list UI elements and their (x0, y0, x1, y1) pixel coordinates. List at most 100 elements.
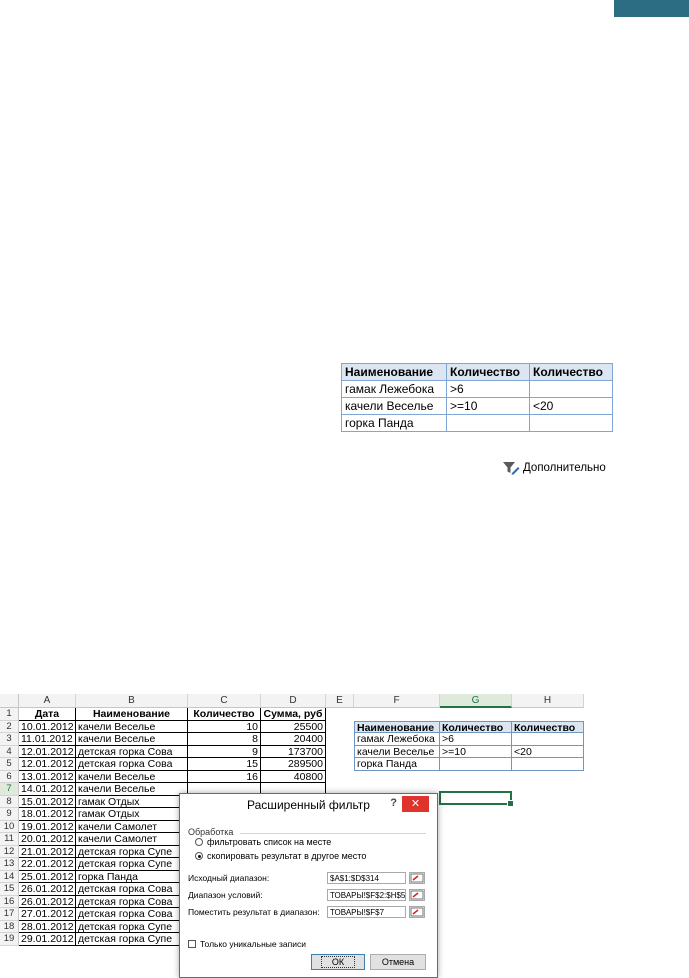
radio-circle[interactable] (195, 838, 203, 846)
table-header-cell[interactable]: Дата (19, 708, 76, 721)
table-header-cell[interactable]: Количество (188, 708, 261, 721)
row-header[interactable]: 3 (0, 733, 19, 746)
row-header[interactable]: 6 (0, 770, 19, 783)
table-cell[interactable]: 12.01.2012 (19, 758, 76, 771)
row-header[interactable]: 9 (0, 808, 19, 821)
criteria-cell[interactable] (440, 758, 512, 771)
criteria-cell[interactable]: >=10 (440, 745, 512, 758)
column-header-b[interactable]: B (76, 694, 188, 708)
table-cell[interactable]: детская горка Сова (76, 745, 188, 758)
unique-records-checkbox[interactable]: Только уникальные записи (188, 939, 306, 949)
table-cell[interactable]: горка Панда (76, 870, 188, 883)
column-header-a[interactable]: A (19, 694, 76, 708)
table-cell[interactable]: 29.01.2012 (19, 933, 76, 946)
table-cell[interactable]: 15.01.2012 (19, 795, 76, 808)
row-header[interactable]: 16 (0, 895, 19, 908)
table-cell[interactable]: 26.01.2012 (19, 883, 76, 896)
output-range-picker-button[interactable] (409, 906, 425, 918)
table-cell[interactable]: 28.01.2012 (19, 920, 76, 933)
criteria-range-input[interactable]: ТОВАРЫ!$F$2:$H$5 (327, 889, 406, 901)
table-cell[interactable]: 8 (188, 733, 261, 746)
criteria-header-cell[interactable]: Количество (512, 720, 584, 733)
table-cell[interactable]: детская горка Супе (76, 920, 188, 933)
criteria-cell[interactable]: горка Панда (354, 758, 440, 771)
table-cell[interactable]: 18.01.2012 (19, 808, 76, 821)
table-cell[interactable]: 21.01.2012 (19, 845, 76, 858)
table-cell[interactable]: 26.01.2012 (19, 895, 76, 908)
table-cell[interactable]: 9 (188, 745, 261, 758)
table-cell[interactable]: 10 (188, 720, 261, 733)
column-header-f[interactable]: F (354, 694, 440, 708)
row-header[interactable]: 11 (0, 833, 19, 846)
source-range-picker-button[interactable] (409, 872, 425, 884)
criteria-header-cell[interactable]: Наименование (354, 720, 440, 733)
criteria-cell[interactable]: <20 (512, 745, 584, 758)
table-cell[interactable]: детская горка Сова (76, 908, 188, 921)
table-cell[interactable]: 10.01.2012 (19, 720, 76, 733)
table-cell[interactable]: 173700 (261, 745, 326, 758)
table-cell[interactable]: 16 (188, 770, 261, 783)
checkbox-box[interactable] (188, 940, 196, 948)
table-header-cell[interactable]: Сумма, руб (261, 708, 326, 721)
table-cell[interactable]: 22.01.2012 (19, 858, 76, 871)
row-header[interactable]: 10 (0, 820, 19, 833)
row-header[interactable]: 5 (0, 758, 19, 771)
radio-copy-to[interactable]: скопировать результат в другое место (195, 851, 366, 861)
criteria-cell[interactable] (512, 733, 584, 746)
table-cell[interactable]: детская горка Супе (76, 858, 188, 871)
criteria-cell[interactable]: гамак Лежебока (354, 733, 440, 746)
table-cell[interactable]: детская горка Сова (76, 883, 188, 896)
table-cell[interactable]: 13.01.2012 (19, 770, 76, 783)
radio-circle-selected[interactable] (195, 852, 203, 860)
output-range-input[interactable]: ТОВАРЫ!$F$7 (327, 906, 406, 918)
table-cell[interactable]: 289500 (261, 758, 326, 771)
table-cell[interactable]: качели Самолет (76, 833, 188, 846)
radio-filter-in-place[interactable]: фильтровать список на месте (195, 837, 331, 847)
table-cell[interactable]: качели Веселье (76, 720, 188, 733)
table-cell[interactable]: качели Веселье (76, 783, 188, 796)
row-header[interactable]: 17 (0, 908, 19, 921)
row-header[interactable]: 8 (0, 795, 19, 808)
table-cell[interactable]: качели Веселье (76, 733, 188, 746)
criteria-cell[interactable]: >6 (440, 733, 512, 746)
table-cell[interactable]: 20.01.2012 (19, 833, 76, 846)
table-cell[interactable]: гамак Отдых (76, 808, 188, 821)
select-all-corner[interactable] (0, 694, 19, 708)
table-cell[interactable]: детская горка Сова (76, 758, 188, 771)
row-header[interactable]: 2 (0, 720, 19, 733)
table-cell[interactable]: 19.01.2012 (19, 820, 76, 833)
row-header[interactable]: 4 (0, 745, 19, 758)
table-cell[interactable]: детская горка Супе (76, 933, 188, 946)
row-header[interactable]: 14 (0, 870, 19, 883)
row-header[interactable]: 7 (0, 783, 19, 796)
table-cell[interactable]: 20400 (261, 733, 326, 746)
row-header[interactable]: 12 (0, 845, 19, 858)
table-cell[interactable]: 14.01.2012 (19, 783, 76, 796)
column-header-d[interactable]: D (261, 694, 326, 708)
table-cell[interactable]: качели Самолет (76, 820, 188, 833)
table-cell[interactable]: качели Веселье (76, 770, 188, 783)
row-header[interactable]: 13 (0, 858, 19, 871)
criteria-header-cell[interactable]: Количество (440, 720, 512, 733)
criteria-cell[interactable]: качели Веселье (354, 745, 440, 758)
source-range-input[interactable]: $A$1:$D$314 (327, 872, 406, 884)
row-header[interactable]: 19 (0, 933, 19, 946)
active-cell-g7[interactable] (439, 791, 514, 807)
table-cell[interactable]: 11.01.2012 (19, 733, 76, 746)
table-cell[interactable]: 40800 (261, 770, 326, 783)
table-cell[interactable]: гамак Отдых (76, 795, 188, 808)
row-header[interactable]: 1 (0, 708, 19, 721)
column-header-h[interactable]: H (512, 694, 584, 708)
table-cell[interactable]: 25.01.2012 (19, 870, 76, 883)
table-header-cell[interactable]: Наименование (76, 708, 188, 721)
criteria-cell[interactable] (512, 758, 584, 771)
table-cell[interactable]: 12.01.2012 (19, 745, 76, 758)
close-button[interactable]: ✕ (402, 796, 429, 812)
row-header[interactable]: 15 (0, 883, 19, 896)
table-cell[interactable]: 25500 (261, 720, 326, 733)
table-cell[interactable]: 15 (188, 758, 261, 771)
table-cell[interactable]: 27.01.2012 (19, 908, 76, 921)
row-header[interactable]: 18 (0, 920, 19, 933)
criteria-range-picker-button[interactable] (409, 889, 425, 901)
table-cell[interactable]: детская горка Супе (76, 845, 188, 858)
